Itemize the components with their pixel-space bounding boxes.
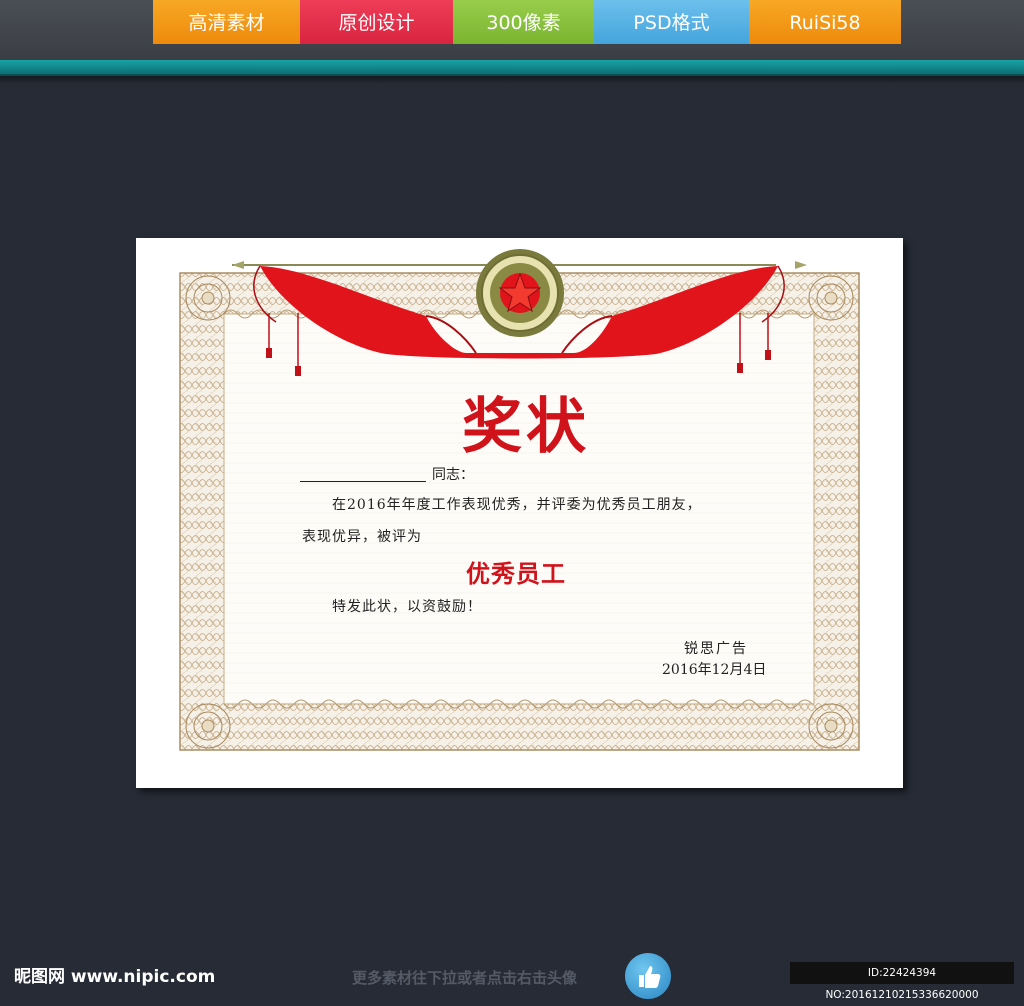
tab-hd-material[interactable]: 高清素材 (153, 0, 300, 44)
image-id-badge: ID:22424394 NO:20161210215336620000 (790, 962, 1014, 1001)
teal-divider (0, 60, 1024, 76)
thumbs-up-icon (639, 966, 661, 988)
comrade-label: 同志： (432, 467, 474, 483)
certificate: 奖状 同志： 在2016年年度工作表现优秀，并评委为优秀员工朋友， 表现优异，被… (136, 238, 903, 788)
like-button[interactable] (625, 953, 671, 999)
tab-300-pixels[interactable]: 300像素 (453, 0, 594, 44)
tab-psd-format[interactable]: PSD格式 (594, 0, 749, 44)
divider-shadow (0, 76, 1024, 84)
award-name: 优秀员工 (466, 559, 566, 588)
footer-hint: 更多素材往下拉或者点击右击头像 (352, 969, 578, 987)
body-line-1: 在2016年年度工作表现优秀，并评委为优秀员工朋友， (332, 497, 702, 513)
site-logo[interactable]: 昵图网 www.nipic.com (14, 962, 215, 987)
name-blank-line (300, 481, 426, 482)
tab-original-design[interactable]: 原创设计 (300, 0, 453, 44)
issuer-name: 锐思广告 (684, 641, 748, 657)
issue-date: 2016年12月4日 (662, 662, 767, 678)
certificate-title: 奖状 (462, 392, 590, 462)
tab-ruisi58[interactable]: RuiSi58 (749, 0, 901, 44)
body-line-3: 特发此状，以资鼓励！ (332, 599, 482, 615)
body-line-2: 表现优异，被评为 (302, 529, 422, 545)
